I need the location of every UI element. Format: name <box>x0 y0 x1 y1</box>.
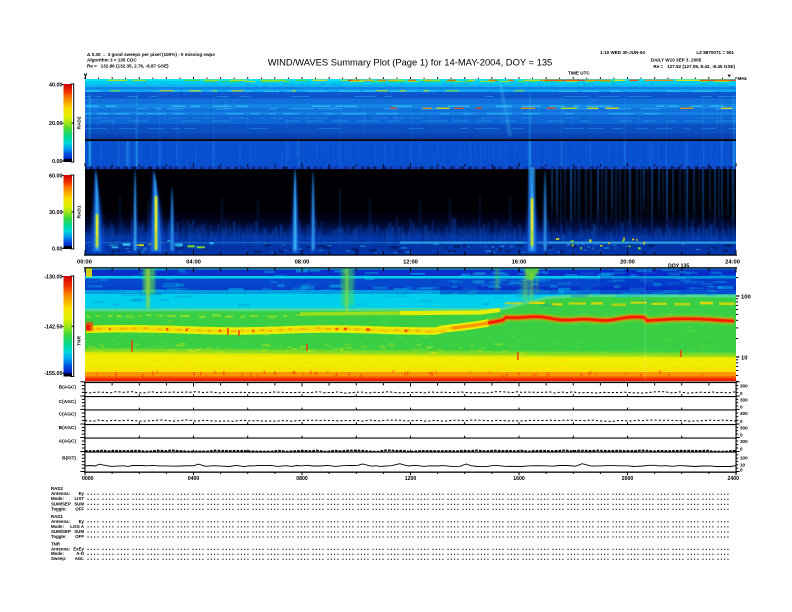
svg-text:04:00: 04:00 <box>186 260 201 266</box>
svg-text:Re = 127.52 (127.09, 8.42, -: Re = 127.52 (127.09, 8.42, -8.45 GSE) <box>653 64 735 69</box>
svg-text:08:00: 08:00 <box>295 260 310 266</box>
svg-text:16:00: 16:00 <box>512 260 527 266</box>
svg-text:0: 0 <box>740 447 743 452</box>
svg-text:Toggle:: Toggle: <box>51 506 67 511</box>
svg-text:TNR: TNR <box>77 336 83 346</box>
svg-text:LZ 8870071 = 501: LZ 8870071 = 501 <box>696 50 734 55</box>
svg-text:WIND/WAVES Summary Plot (Page: WIND/WAVES Summary Plot (Page 1) for 14-… <box>268 57 553 68</box>
svg-text:0: 0 <box>740 468 743 473</box>
svg-text:DOY 135: DOY 135 <box>668 264 689 270</box>
svg-text:-155.00: -155.00 <box>44 371 62 377</box>
svg-text:1200: 1200 <box>405 476 417 482</box>
svg-text:TIME UTC: TIME UTC <box>568 71 590 76</box>
svg-text:40.00: 40.00 <box>49 83 63 89</box>
svg-text:300: 300 <box>740 397 748 402</box>
svg-text:-142.50: -142.50 <box>44 325 62 331</box>
svg-text:Re = 132.86 (132.35, 2.76, -: Re = 132.86 (132.35, 2.76, -8.87 GSE) <box>87 64 169 69</box>
svg-text:100: 100 <box>741 295 751 301</box>
svg-text:-130.00: -130.00 <box>44 275 62 281</box>
svg-text:24:00: 24:00 <box>725 260 740 266</box>
svg-text:C(AGC): C(AGC) <box>59 412 77 418</box>
svg-text:30.00: 30.00 <box>49 210 63 216</box>
svg-text:00:00: 00:00 <box>77 260 92 266</box>
svg-text:0.00: 0.00 <box>52 246 63 252</box>
svg-text:B(AGC): B(AGC) <box>59 425 77 431</box>
svg-text:MHz: MHz <box>738 76 748 81</box>
svg-text:0.00: 0.00 <box>52 159 63 165</box>
svg-text:1600: 1600 <box>513 476 525 482</box>
svg-text:B(AGC): B(AGC) <box>59 385 77 391</box>
svg-text:Toggle:: Toggle: <box>51 534 67 539</box>
svg-text:0800: 0800 <box>296 476 308 482</box>
svg-text:0000: 0000 <box>82 476 94 482</box>
svg-text:C(AGC): C(AGC) <box>59 399 77 405</box>
svg-text:0: 0 <box>740 391 743 396</box>
svg-text:A(AGC): A(AGC) <box>59 439 77 445</box>
svg-text:OFF: OFF <box>75 506 84 511</box>
svg-text:Δ 0.30 → 3 good sweeps per pix: Δ 0.30 → 3 good sweeps per pixel (100%) … <box>87 52 215 57</box>
svg-text:DAILY W10 3EP 3_2005: DAILY W10 3EP 3_2005 <box>651 58 702 63</box>
svg-text:12:00: 12:00 <box>403 260 418 266</box>
svg-text:300: 300 <box>740 439 748 444</box>
svg-text:Sweep:: Sweep: <box>51 556 67 561</box>
svg-text:20:00: 20:00 <box>620 260 635 266</box>
svg-text:0400: 0400 <box>188 476 200 482</box>
svg-text:300: 300 <box>740 411 748 416</box>
svg-text:300: 300 <box>740 383 748 388</box>
svg-text:300: 300 <box>740 425 748 430</box>
svg-text:0: 0 <box>740 433 743 438</box>
svg-text:0: 0 <box>740 405 743 410</box>
svg-text:2000: 2000 <box>622 476 634 482</box>
svg-text:Algorithm 3 = 135 CDC: Algorithm 3 = 135 CDC <box>87 58 137 63</box>
svg-text:B(FIT): B(FIT) <box>62 455 76 461</box>
svg-text:OFF: OFF <box>75 534 84 539</box>
svg-text:20.00: 20.00 <box>49 121 63 127</box>
svg-text:1:10 WED 30-JUN-04: 1:10 WED 30-JUN-04 <box>600 50 645 55</box>
svg-text:0: 0 <box>740 419 743 424</box>
svg-text:RAD2: RAD2 <box>77 116 83 129</box>
svg-text:60.00: 60.00 <box>49 174 63 180</box>
svg-text:10: 10 <box>741 356 747 362</box>
svg-text:2400: 2400 <box>727 476 739 482</box>
svg-text:AGL: AGL <box>75 556 85 561</box>
svg-text:100: 100 <box>740 456 748 461</box>
svg-text:RAD1: RAD1 <box>77 205 83 218</box>
